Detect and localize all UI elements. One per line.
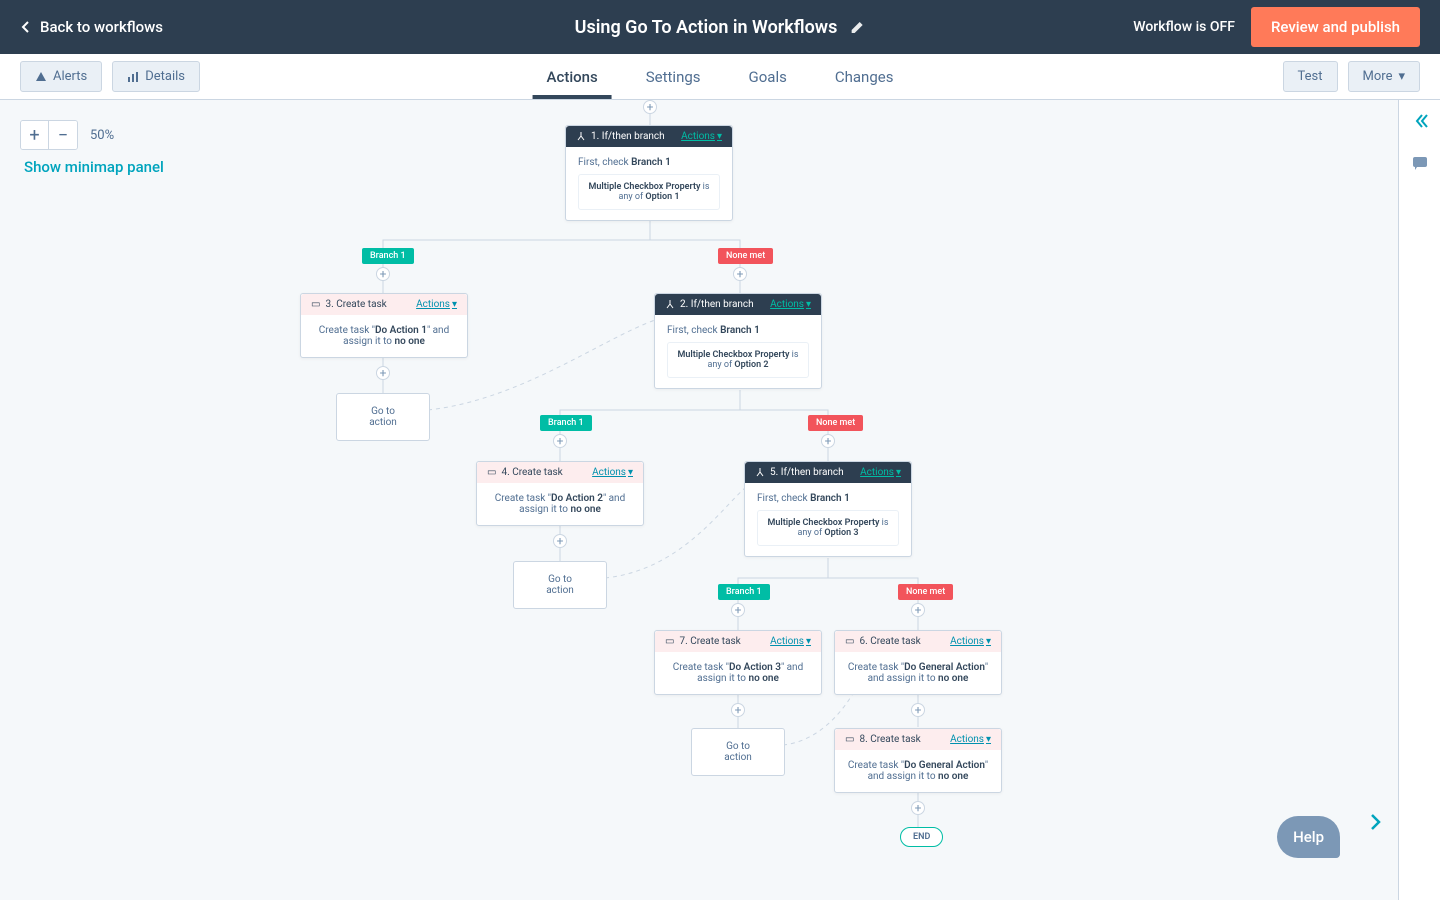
alerts-button[interactable]: Alerts <box>20 61 102 92</box>
node-create-task-8[interactable]: ▭8. Create taskActions ▾ Create task "Do… <box>834 728 1002 793</box>
add-action-button[interactable]: + <box>553 434 567 448</box>
workflow-title: Using Go To Action in Workflows <box>575 17 838 38</box>
node-actions-menu[interactable]: Actions ▾ <box>950 636 991 647</box>
chart-icon <box>127 71 139 83</box>
more-button[interactable]: More ▾ <box>1348 61 1420 92</box>
node-create-task-7[interactable]: ▭7. Create taskActions ▾ Create task "Do… <box>654 630 822 695</box>
comments-icon[interactable] <box>1411 154 1429 176</box>
warning-icon <box>35 71 47 83</box>
test-button[interactable]: Test <box>1283 61 1338 92</box>
node-ifthen-5[interactable]: 5. If/then branchActions ▾ First, check … <box>744 461 912 557</box>
branch-tag: Branch 1 <box>540 415 592 431</box>
node-actions-menu[interactable]: Actions ▾ <box>770 299 811 310</box>
back-label: Back to workflows <box>40 18 163 36</box>
review-publish-button[interactable]: Review and publish <box>1251 7 1420 47</box>
task-icon: ▭ <box>665 636 674 647</box>
workflow-canvas[interactable]: + − 50% Show minimap panel <box>0 100 1348 900</box>
none-met-tag: None met <box>718 248 773 264</box>
goto-action-node[interactable]: Go to action <box>691 728 785 776</box>
add-action-button[interactable]: + <box>643 100 657 114</box>
add-action-button[interactable]: + <box>733 267 747 281</box>
back-to-workflows-link[interactable]: Back to workflows <box>20 18 163 36</box>
branch-icon <box>755 468 765 478</box>
help-button[interactable]: Help <box>1277 816 1340 858</box>
node-actions-menu[interactable]: Actions ▾ <box>950 734 991 745</box>
task-icon: ▭ <box>845 636 854 647</box>
branch-icon <box>576 132 586 142</box>
branch-icon <box>665 300 675 310</box>
task-icon: ▭ <box>311 299 320 310</box>
add-action-button[interactable]: + <box>731 603 745 617</box>
branch-tag: Branch 1 <box>718 584 770 600</box>
task-icon: ▭ <box>845 734 854 745</box>
goto-action-node[interactable]: Go to action <box>513 561 607 609</box>
task-icon: ▭ <box>487 467 496 478</box>
node-actions-menu[interactable]: Actions ▾ <box>416 299 457 310</box>
node-actions-menu[interactable]: Actions ▾ <box>592 467 633 478</box>
node-actions-menu[interactable]: Actions ▾ <box>681 131 722 142</box>
tab-goals[interactable]: Goals <box>749 54 787 99</box>
caret-down-icon: ▾ <box>1398 69 1405 84</box>
pencil-icon[interactable] <box>849 19 865 35</box>
node-actions-menu[interactable]: Actions ▾ <box>770 636 811 647</box>
side-rail <box>1398 100 1440 900</box>
node-ifthen-2[interactable]: 2. If/then branchActions ▾ First, check … <box>654 293 822 389</box>
end-node: END <box>900 827 943 847</box>
add-action-button[interactable]: + <box>553 534 567 548</box>
add-action-button[interactable]: + <box>911 603 925 617</box>
workflow-status: Workflow is OFF <box>1133 19 1235 35</box>
add-action-button[interactable]: + <box>376 267 390 281</box>
node-create-task-4[interactable]: ▭4. Create taskActions ▾ Create task "Do… <box>476 461 644 526</box>
node-actions-menu[interactable]: Actions ▾ <box>860 467 901 478</box>
details-button[interactable]: Details <box>112 61 200 92</box>
node-create-task-3[interactable]: ▭3. Create taskActions ▾ Create task "Do… <box>300 293 468 358</box>
add-action-button[interactable]: + <box>821 434 835 448</box>
none-met-tag: None met <box>808 415 863 431</box>
branch-tag: Branch 1 <box>362 248 414 264</box>
add-action-button[interactable]: + <box>911 703 925 717</box>
collapse-panel-icon[interactable] <box>1411 112 1429 134</box>
node-create-task-6[interactable]: ▭6. Create taskActions ▾ Create task "Do… <box>834 630 1002 695</box>
tab-settings[interactable]: Settings <box>646 54 701 99</box>
chevron-left-icon <box>20 21 32 33</box>
next-chevron-icon[interactable] <box>1366 812 1386 836</box>
goto-action-node[interactable]: Go to action <box>336 393 430 441</box>
node-ifthen-1[interactable]: 1. If/then branch Actions ▾ First, check… <box>565 125 733 221</box>
tab-changes[interactable]: Changes <box>835 54 894 99</box>
add-action-button[interactable]: + <box>731 703 745 717</box>
add-action-button[interactable]: + <box>911 801 925 815</box>
add-action-button[interactable]: + <box>376 366 390 380</box>
none-met-tag: None met <box>898 584 953 600</box>
tab-actions[interactable]: Actions <box>547 54 598 99</box>
